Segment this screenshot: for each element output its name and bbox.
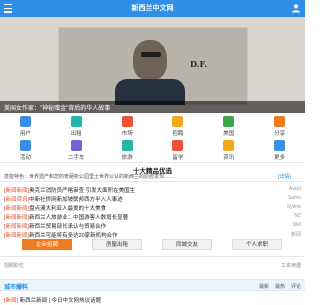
grid-item[interactable]: 留学 xyxy=(159,137,197,161)
news-text: 新西兰新闻 | 今日中文网热议话题 xyxy=(19,298,102,304)
grid-item-label: 招聘 xyxy=(172,131,184,137)
section-title[interactable]: 城市爆料 xyxy=(4,282,28,291)
news-source: Wel xyxy=(292,222,301,228)
section-link[interactable]: 评论 xyxy=(291,284,301,290)
house-icon xyxy=(70,116,82,127)
top-header: 新西兰中文网 xyxy=(0,0,305,17)
grid-item[interactable]: 招聘 xyxy=(159,113,197,137)
subrow-left: 招聘职位 xyxy=(4,263,25,269)
category-grid: 用户 出租 市场 招聘 美国 分享活动 二手车 旅游 留学 资讯 更多 xyxy=(0,113,305,161)
tab-item[interactable]: 企业招聘 xyxy=(22,239,72,250)
hot-summary[interactable]: 技能特色：世界遗产和您的奇葩新公园里士世界公认的新西兰的原居发现…… xyxy=(4,173,240,180)
grid-item-label: 市场 xyxy=(121,131,133,137)
grid-item-label: 出租 xyxy=(70,131,82,137)
news-item[interactable]: [新闻新闻]盘点澳大利亚人最爱的十大美食 Sydne xyxy=(4,204,301,213)
news-icon xyxy=(223,140,235,151)
section-link[interactable]: 最热 xyxy=(275,284,285,290)
news-source: NZ xyxy=(294,213,301,219)
bottom-news-item[interactable]: [新闻] 新西兰新闻 | 今日中文网热议话题 xyxy=(4,296,301,304)
section-links: 最新 最热 评论 xyxy=(253,283,301,290)
site-title: 新西兰中文网 xyxy=(131,5,174,12)
graduation-icon xyxy=(172,140,184,151)
category-tabs: 企业招聘 房屋出租 同城交友 个人求职 xyxy=(0,239,305,251)
briefcase-icon xyxy=(172,116,184,127)
car-icon xyxy=(70,140,82,151)
news-tag: [新闻新闻] xyxy=(4,215,30,221)
banner-carousel[interactable]: D.F. 美国女作家："神秘赠金"背后的华人故事 xyxy=(0,17,305,113)
tab-item[interactable]: 个人求职 xyxy=(232,239,282,250)
banner-signature: D.F. xyxy=(190,59,208,69)
news-source: 新闻 xyxy=(290,232,301,238)
grid-item-label: 资讯 xyxy=(223,155,235,161)
news-item[interactable]: [新闻新闻]新西兰贸易部长承认与贸易合作 Wel xyxy=(4,222,301,231)
user-icon[interactable] xyxy=(291,3,301,13)
user-icon xyxy=(19,116,31,127)
grid-item-label: 活动 xyxy=(19,155,31,161)
news-title: 盘点澳大利亚人最爱的十大美食 xyxy=(29,206,107,212)
news-tag: [新闻新闻] xyxy=(4,206,30,212)
cart-icon xyxy=(121,116,133,127)
subrow-right: 工资待遇 xyxy=(280,263,301,269)
calendar-icon xyxy=(19,140,31,151)
grid-item[interactable]: 资讯 xyxy=(210,137,248,161)
grid-item-label: 用户 xyxy=(19,131,31,137)
section-link[interactable]: 最新 xyxy=(259,284,269,290)
plane-icon xyxy=(121,140,133,151)
news-tag: [新闻新闻] xyxy=(4,224,30,230)
grid-item-label: 更多 xyxy=(274,155,286,161)
carousel-dots xyxy=(274,105,299,113)
news-title: 中新社侨网新加坡联邦西方半入人事迹 xyxy=(29,197,123,203)
news-title: 新西兰人旅游业：中国游客人数增长显著 xyxy=(29,215,129,221)
banner-caption-bar: 美国女作家："神秘赠金"背后的华人故事 xyxy=(0,101,305,113)
news-source: Auckl xyxy=(288,186,301,192)
grid-item[interactable]: 美国 xyxy=(210,113,248,137)
news-tag: [新闻资讯] xyxy=(4,197,30,203)
news-source: Sydne xyxy=(286,204,301,210)
banner-caption[interactable]: 美国女作家："神秘赠金"背后的华人故事 xyxy=(4,103,110,112)
grid-item[interactable]: 二手车 xyxy=(57,137,95,161)
more-icon xyxy=(274,140,286,151)
share-icon xyxy=(274,116,286,127)
grid-item[interactable]: 活动 xyxy=(6,137,44,161)
divider xyxy=(0,181,305,182)
grid-item[interactable]: 用户 xyxy=(6,113,44,137)
tab-item[interactable]: 房屋出租 xyxy=(92,239,142,250)
news-title: 新西兰贸易部长承认与贸易合作 xyxy=(29,224,107,230)
grid-item-label: 分享 xyxy=(274,131,286,137)
tab-item[interactable]: 同城交友 xyxy=(162,239,212,250)
news-tag: [新闻] xyxy=(4,298,19,304)
news-item[interactable]: [新闻资讯]中新社侨网新加坡联邦西方半入人事迹 Samo xyxy=(4,195,301,204)
news-item[interactable]: [新闻新闻]奥克兰消防员严格审查 引发大面积在美国生 Auckl xyxy=(4,186,301,195)
hot-detail-link[interactable]: [详情] xyxy=(278,173,291,180)
grid-item[interactable]: 出租 xyxy=(57,113,95,137)
grid-item-label: 二手车 xyxy=(67,155,85,161)
globe-icon xyxy=(223,116,235,127)
grid-item-label: 美国 xyxy=(223,131,235,137)
grid-item[interactable]: 更多 xyxy=(261,137,299,161)
news-item[interactable]: [新闻新闻]新西兰人旅游业：中国游客人数增长显著 NZ xyxy=(4,213,301,222)
grid-item-label: 旅游 xyxy=(121,155,133,161)
section-header: 城市爆料 最新 最热 评论 xyxy=(0,279,305,291)
grid-item[interactable]: 旅游 xyxy=(108,137,146,161)
grid-item[interactable]: 市场 xyxy=(108,113,146,137)
news-tag: [新闻新闻] xyxy=(4,188,30,194)
divider xyxy=(0,162,305,163)
divider xyxy=(0,256,305,257)
grid-item-label: 留学 xyxy=(172,155,184,161)
news-source: Samo xyxy=(287,195,301,201)
grid-item[interactable]: 分享 xyxy=(261,113,299,137)
news-title: 奥克兰消防员严格审查 引发大面积在美国生 xyxy=(29,188,136,194)
